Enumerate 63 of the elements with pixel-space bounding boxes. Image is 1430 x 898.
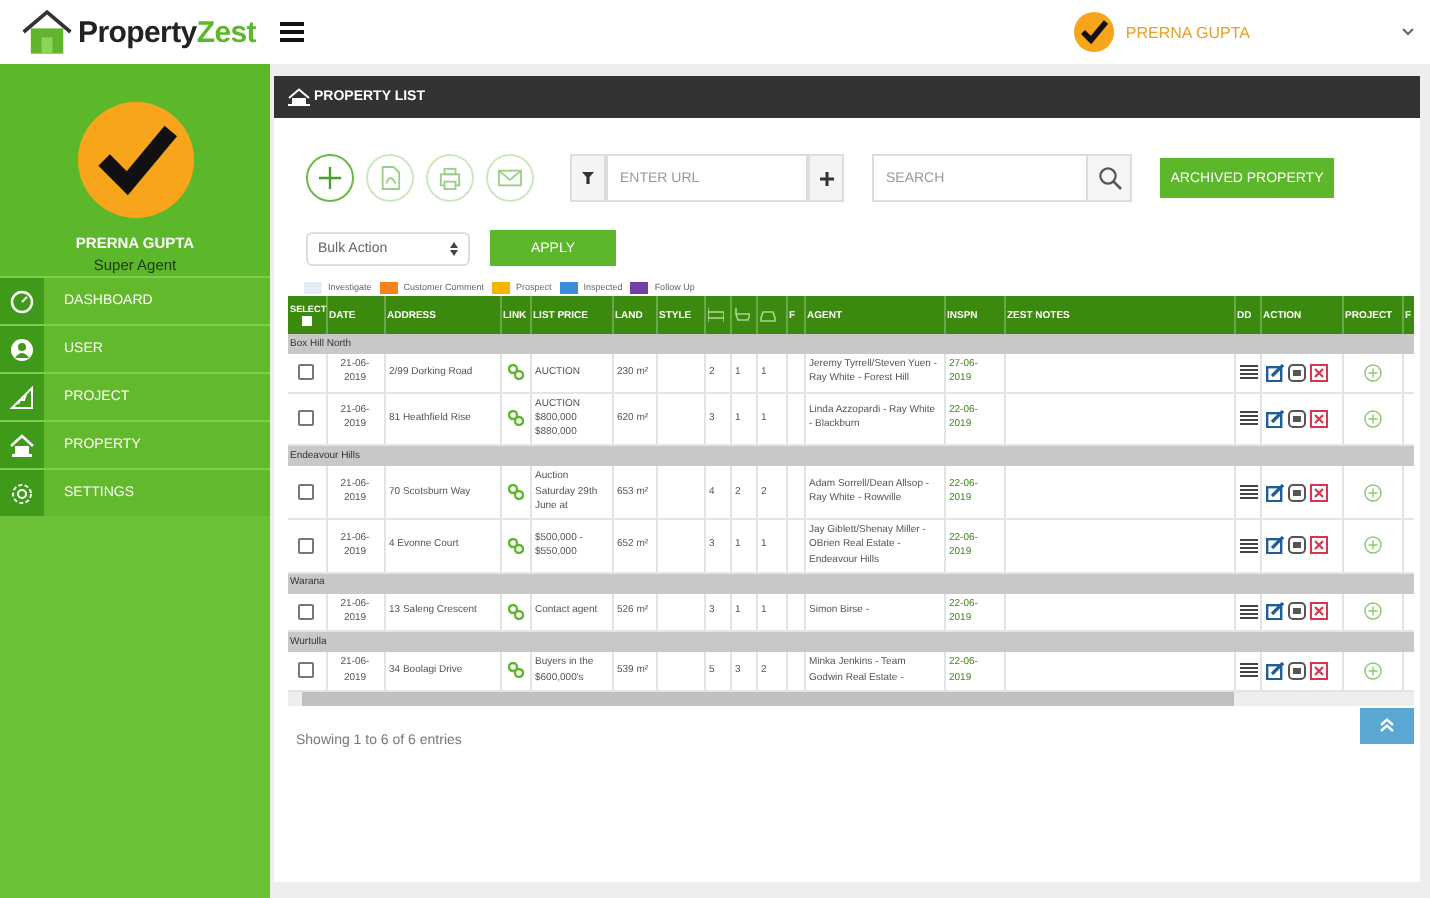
edit-icon[interactable] [1265,602,1283,621]
back-to-top-button[interactable] [1360,707,1414,744]
chart-icon [10,385,34,409]
car-icon [759,305,775,321]
list-icon[interactable] [1239,363,1257,380]
print-icon[interactable] [1287,602,1305,621]
search-button[interactable] [1088,154,1132,202]
house-icon [288,88,310,106]
user-icon [10,337,34,361]
link-icon[interactable] [507,483,523,500]
delete-icon[interactable] [1309,409,1327,428]
select-all-checkbox[interactable] [301,316,312,327]
search-icon [1097,166,1121,190]
row-checkbox[interactable] [298,363,315,380]
user-name[interactable]: PRERNA GUPTA [1125,23,1250,41]
chevron-icon[interactable] [1402,28,1414,36]
delete-icon[interactable] [1309,661,1327,680]
link-icon[interactable] [507,363,523,380]
avatar-icon [77,102,193,218]
delete-icon[interactable] [1309,536,1327,555]
print-icon[interactable] [1287,483,1305,502]
list-icon[interactable] [1239,483,1257,500]
edit-icon[interactable] [1265,661,1283,680]
edit-icon[interactable] [1265,409,1283,428]
double-chevron-up-icon [1380,718,1394,733]
house-icon [10,433,34,457]
filter-icon [582,172,594,184]
avatar-icon [1073,12,1114,52]
add-button[interactable] [306,154,354,202]
sort-arrows-icon [450,241,458,255]
row-checkbox[interactable] [298,603,315,620]
list-icon[interactable] [1239,537,1257,554]
plus-icon [819,171,833,185]
list-icon[interactable] [1239,410,1257,427]
menu-icon[interactable] [280,22,304,42]
gauge-icon [10,289,34,313]
print-icon[interactable] [1287,409,1305,428]
list-icon[interactable] [1239,603,1257,620]
add-url-button[interactable] [808,154,844,202]
link-icon[interactable] [507,537,523,554]
print-icon[interactable] [1287,536,1305,555]
logo-text: PropertyZest [78,15,256,49]
link-icon[interactable] [507,662,523,679]
print-icon[interactable] [1287,363,1305,382]
edit-icon[interactable] [1265,483,1283,502]
row-checkbox[interactable] [298,537,315,554]
delete-icon[interactable] [1309,602,1327,621]
print-icon[interactable] [1287,661,1305,680]
bed-icon [707,305,723,321]
edit-icon[interactable] [1265,536,1283,555]
row-checkbox[interactable] [298,662,315,679]
row-checkbox[interactable] [298,483,315,500]
list-icon[interactable] [1239,662,1257,679]
delete-icon[interactable] [1309,483,1327,502]
link-icon[interactable] [507,603,523,620]
settings-icon [10,481,34,505]
row-checkbox[interactable] [298,410,315,427]
bath-icon [733,305,749,321]
house-logo-icon [20,6,75,58]
filter-button[interactable] [570,154,606,202]
delete-icon[interactable] [1309,363,1327,382]
link-icon[interactable] [507,410,523,427]
edit-icon[interactable] [1265,363,1283,382]
